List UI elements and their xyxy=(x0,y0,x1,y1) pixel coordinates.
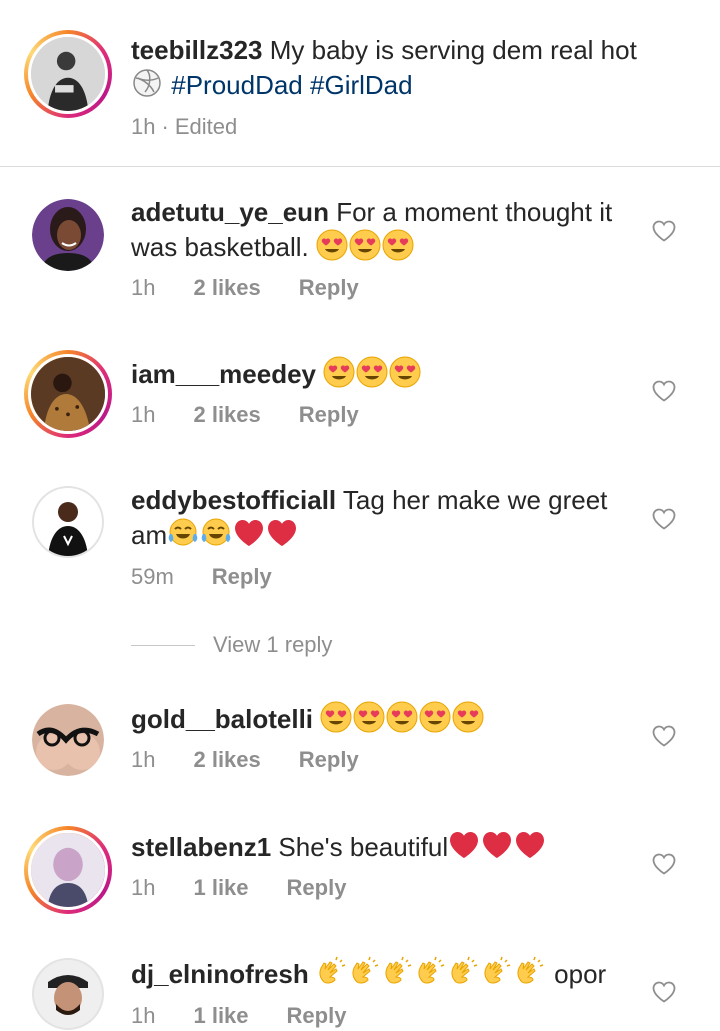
post-caption-body: My baby is serving dem real hot xyxy=(269,35,637,65)
comment-time: 1h xyxy=(131,402,156,427)
meta-separator: · xyxy=(161,114,169,139)
heart-eyes-emoji xyxy=(353,701,385,733)
reply-button[interactable]: Reply xyxy=(287,1003,347,1029)
comment-body: opor xyxy=(554,959,607,989)
red-heart-emoji xyxy=(233,517,265,549)
comment-text: stellabenz1 She's beautiful xyxy=(131,829,631,864)
heart-outline-icon[interactable] xyxy=(651,218,677,244)
comment-body: She's beautiful xyxy=(278,832,449,862)
likes-count[interactable]: 1 like xyxy=(193,875,248,901)
comment-username[interactable]: adetutu_ye_eun xyxy=(131,197,329,227)
post-time: 1h xyxy=(131,114,156,139)
comment-text: gold__balotelli xyxy=(131,701,631,736)
comment-time: 59m xyxy=(131,564,174,589)
view-replies-button[interactable]: View 1 reply xyxy=(131,630,332,660)
reply-button[interactable]: Reply xyxy=(299,402,359,428)
comment-username[interactable]: eddybestofficiall xyxy=(131,485,336,515)
edited-label: Edited xyxy=(174,114,238,139)
comment-text: eddybestofficiall Tag her make we greet … xyxy=(131,484,631,552)
avatar[interactable] xyxy=(32,199,104,271)
clapping-hands-emoji xyxy=(481,956,513,988)
tears-of-joy-emoji xyxy=(200,517,232,549)
clapping-hands-emoji xyxy=(316,956,348,988)
post-author-avatar[interactable] xyxy=(24,30,112,118)
likes-count[interactable]: 2 likes xyxy=(193,747,260,773)
comment-text: dj_elninofresh opor xyxy=(131,956,631,991)
comment-meta: 59m Reply xyxy=(131,564,310,590)
clapping-hands-emoji xyxy=(382,956,414,988)
red-heart-emoji xyxy=(481,829,513,861)
comment-username[interactable]: dj_elninofresh xyxy=(131,959,309,989)
hashtag-link[interactable]: #GirlDad xyxy=(310,70,413,100)
comment-text: iam___meedey xyxy=(131,356,631,391)
clapping-hands-emoji xyxy=(349,956,381,988)
comment-meta: 1h 2 likes Reply xyxy=(131,747,397,773)
comment-meta: 1h 2 likes Reply xyxy=(131,402,397,428)
comment-username[interactable]: gold__balotelli xyxy=(131,704,313,734)
post-caption: teebillz323 My baby is serving dem real … xyxy=(0,0,720,167)
tears-of-joy-emoji xyxy=(167,517,199,549)
likes-count[interactable]: 1 like xyxy=(193,1003,248,1029)
heart-outline-icon[interactable] xyxy=(651,851,677,877)
view-replies-label[interactable]: View 1 reply xyxy=(213,632,332,658)
heart-eyes-emoji xyxy=(389,356,421,388)
red-heart-emoji xyxy=(514,829,546,861)
volleyball-icon xyxy=(131,67,163,99)
heart-outline-icon[interactable] xyxy=(651,979,677,1005)
avatar[interactable] xyxy=(24,350,112,438)
post-username[interactable]: teebillz323 xyxy=(131,35,263,65)
avatar[interactable] xyxy=(32,486,104,558)
comment-time: 1h xyxy=(131,1003,156,1028)
likes-count[interactable]: 2 likes xyxy=(193,402,260,428)
heart-eyes-emoji xyxy=(323,356,355,388)
reply-button[interactable]: Reply xyxy=(212,564,272,590)
heart-eyes-emoji xyxy=(320,701,352,733)
comment-meta: 1h 1 like Reply xyxy=(131,1003,384,1029)
post-caption-text: teebillz323 My baby is serving dem real … xyxy=(131,34,641,102)
comment-username[interactable]: iam___meedey xyxy=(131,359,316,389)
comment-meta: 1h 1 like Reply xyxy=(131,875,384,901)
avatar[interactable] xyxy=(32,958,104,1030)
clapping-hands-emoji xyxy=(415,956,447,988)
likes-count[interactable]: 2 likes xyxy=(193,275,260,301)
heart-outline-icon[interactable] xyxy=(651,378,677,404)
heart-outline-icon[interactable] xyxy=(651,506,677,532)
heart-eyes-emoji xyxy=(316,229,348,261)
comment-text: adetutu_ye_eun For a moment thought it w… xyxy=(131,196,631,264)
hashtag-link[interactable]: #ProudDad xyxy=(171,70,303,100)
clapping-hands-emoji xyxy=(448,956,480,988)
red-heart-emoji xyxy=(266,517,298,549)
view-replies-divider xyxy=(131,644,195,646)
clapping-hands-emoji xyxy=(514,956,546,988)
reply-button[interactable]: Reply xyxy=(299,275,359,301)
comment-time: 1h xyxy=(131,275,156,300)
post-meta: 1h · Edited xyxy=(131,114,237,140)
heart-eyes-emoji xyxy=(386,701,418,733)
comment-meta: 1h 2 likes Reply xyxy=(131,275,397,301)
comment-time: 1h xyxy=(131,747,156,772)
avatar[interactable] xyxy=(24,826,112,914)
heart-eyes-emoji xyxy=(349,229,381,261)
heart-eyes-emoji xyxy=(452,701,484,733)
avatar[interactable] xyxy=(32,704,104,776)
reply-button[interactable]: Reply xyxy=(299,747,359,773)
heart-outline-icon[interactable] xyxy=(651,723,677,749)
heart-eyes-emoji xyxy=(356,356,388,388)
comment-username[interactable]: stellabenz1 xyxy=(131,832,271,862)
reply-button[interactable]: Reply xyxy=(287,875,347,901)
comment-time: 1h xyxy=(131,875,156,900)
heart-eyes-emoji xyxy=(419,701,451,733)
heart-eyes-emoji xyxy=(382,229,414,261)
red-heart-emoji xyxy=(448,829,480,861)
